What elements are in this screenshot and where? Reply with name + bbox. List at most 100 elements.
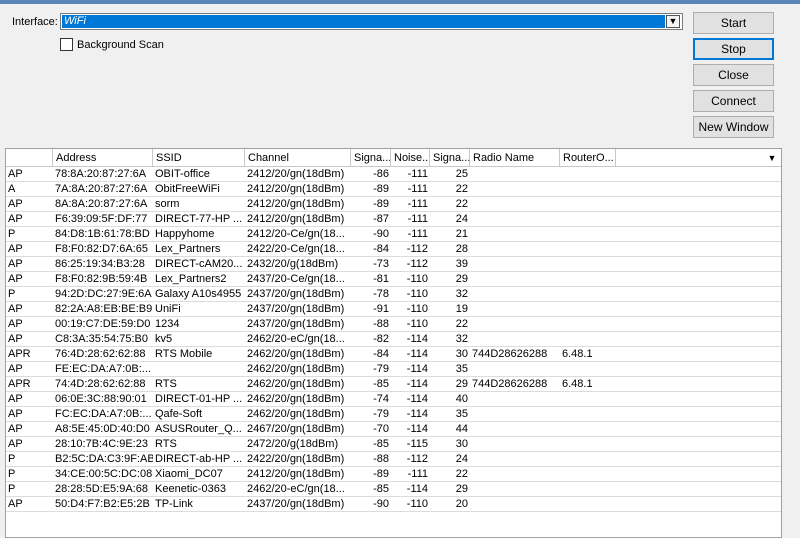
column-header-channel[interactable]: Channel <box>245 149 351 167</box>
table-row[interactable]: APR 76:4D:28:62:62:88 RTS Mobile 2462/20/gn… <box>6 347 781 362</box>
column-header-address[interactable]: Address <box>53 149 153 167</box>
dropdown-arrow-icon[interactable]: ▼ <box>666 15 680 28</box>
close-button[interactable]: Close <box>693 64 774 86</box>
table-cell <box>560 272 616 286</box>
table-cell <box>560 482 616 496</box>
table-row[interactable]: AP 78:8A:20:87:27:6A OBIT-office 2412/20/gn… <box>6 167 781 182</box>
table-row[interactable]: AP 28:10:7B:4C:9E:23 RTS 2472/20/g(18dBm) -8… <box>6 437 781 452</box>
table-row[interactable]: AP C8:3A:35:54:75:B0 kv5 2462/20-eC/gn(18..… <box>6 332 781 347</box>
table-row[interactable]: AP 82:2A:A8:EB:BE:B9 UniFi 2437/20/gn(18dBm… <box>6 302 781 317</box>
table-cell: DIRECT-cAM20... <box>155 258 243 270</box>
table-cell: -82 <box>373 333 389 345</box>
table-cell: AP <box>8 393 23 405</box>
table-cell: -90 <box>373 498 389 510</box>
table-row[interactable]: AP FC:EC:DA:A7:0B:... Qafe-Soft 2462/20/gn(… <box>6 407 781 422</box>
table-cell: -110 <box>406 303 428 315</box>
table-cell: 2437/20/gn(18dBm) <box>247 303 345 315</box>
table-row[interactable]: AP 00:19:C7:DE:59:D0 1234 2437/20/gn(18dBm)… <box>6 317 781 332</box>
table-row[interactable]: P 28:28:5D:E5:9A:68 Keenetic-0363 2462/20-e… <box>6 482 781 497</box>
table-cell: -74 <box>373 393 389 405</box>
table-cell: 35 <box>455 408 468 420</box>
table-cell: AP <box>8 363 23 375</box>
table-row[interactable]: P B2:5C:DA:C3:9F:AB DIRECT-ab-HP ... 2422/2… <box>6 452 781 467</box>
table-cell: B2:5C:DA:C3:9F:AB <box>55 453 153 465</box>
column-header-ssid[interactable]: SSID <box>153 149 245 167</box>
table-cell: P <box>8 468 16 480</box>
table-row[interactable]: AP FE:EC:DA:A7:0B:... 2462/20/gn(18dBm) -79… <box>6 362 781 377</box>
table-cell: 2472/20/g(18dBm) <box>247 438 339 450</box>
table-cell: RTS <box>155 378 177 390</box>
table-cell: 20 <box>455 498 468 510</box>
table-cell <box>470 167 560 181</box>
table-cell: APR <box>8 378 31 390</box>
table-cell: -114 <box>406 423 428 435</box>
table-cell: AP <box>8 198 23 210</box>
table-cell <box>470 467 560 481</box>
table-cell: 2437/20-Ce/gn(18... <box>247 273 345 285</box>
table-cell: AP <box>8 168 23 180</box>
table-cell: -111 <box>407 228 428 240</box>
table-cell: 2412/20-Ce/gn(18... <box>247 228 345 240</box>
table-cell: P <box>8 483 16 495</box>
table-cell: -110 <box>406 498 428 510</box>
table-cell: -84 <box>373 348 389 360</box>
table-cell: 25 <box>455 168 468 180</box>
table-cell: Lex_Partners2 <box>155 273 227 285</box>
table-row[interactable]: P 94:2D:DC:27:9E:6A Galaxy A10s4955 2437/20… <box>6 287 781 302</box>
connect-button[interactable]: Connect <box>693 90 774 112</box>
table-row[interactable]: P 84:D8:1B:61:78:BD Happyhome 2412/20-Ce/gn… <box>6 227 781 242</box>
table-cell: -114 <box>406 333 428 345</box>
table-cell: -70 <box>373 423 389 435</box>
table-cell: 50:D4:F7:B2:E5:2B <box>55 498 150 510</box>
table-cell: -114 <box>406 363 428 375</box>
table-cell: 8A:8A:20:87:27:6A <box>55 198 148 210</box>
table-row[interactable]: APR 74:4D:28:62:62:88 RTS 2462/20/gn(18dBm)… <box>6 377 781 392</box>
scan-results-table: Address SSID Channel Signa... Noise... S… <box>5 148 782 538</box>
table-cell <box>470 257 560 271</box>
column-header-signal-to-noise[interactable]: Signa... <box>430 149 470 167</box>
table-row[interactable]: P 34:CE:00:5C:DC:08 Xiaomi_DC07 2412/20/gn(… <box>6 467 781 482</box>
new-window-button[interactable]: New Window <box>693 116 774 138</box>
table-cell: P <box>8 453 16 465</box>
column-header-radio-name[interactable]: Radio Name <box>470 149 560 167</box>
table-row[interactable]: AP 50:D4:F7:B2:E5:2B TP-Link 2437/20/gn(18d… <box>6 497 781 512</box>
background-scan-checkbox[interactable] <box>60 38 73 51</box>
column-header-signal-strength[interactable]: Signa... <box>351 149 391 167</box>
table-cell: -78 <box>373 288 389 300</box>
table-cell: 2412/20/gn(18dBm) <box>247 168 345 180</box>
column-header-flags[interactable] <box>6 149 53 167</box>
column-menu-icon[interactable]: ▼ <box>765 149 779 167</box>
column-header-routeros[interactable]: RouterO... <box>560 149 616 167</box>
table-cell: -88 <box>373 453 389 465</box>
table-cell: AP <box>8 423 23 435</box>
table-cell: 6.48.1 <box>562 348 593 360</box>
scanner-form: Interface: WiFi ▼ Background Scan Start … <box>0 4 800 146</box>
table-cell: DIRECT-ab-HP ... <box>155 453 243 465</box>
table-cell: RTS <box>155 438 177 450</box>
stop-button[interactable]: Stop <box>693 38 774 60</box>
table-cell: AP <box>8 243 23 255</box>
table-cell <box>470 497 560 511</box>
table-cell <box>470 272 560 286</box>
column-header-noise[interactable]: Noise... <box>391 149 430 167</box>
interface-select[interactable]: WiFi ▼ <box>60 13 683 30</box>
table-row[interactable]: AP 86:25:19:34:B3:28 DIRECT-cAM20... 2432/2… <box>6 257 781 272</box>
table-cell <box>470 197 560 211</box>
table-cell: 2412/20/gn(18dBm) <box>247 183 345 195</box>
table-row[interactable]: AP F6:39:09:5F:DF:77 DIRECT-77-HP ... 2412/… <box>6 212 781 227</box>
table-row[interactable]: A 7A:8A:20:87:27:6A ObitFreeWiFi 2412/20/gn… <box>6 182 781 197</box>
table-cell: 74:4D:28:62:62:88 <box>55 378 146 390</box>
table-row[interactable]: AP A8:5E:45:0D:40:D0 ASUSRouter_Q... 2467/2… <box>6 422 781 437</box>
table-row[interactable]: AP F8:F0:82:9B:59:4B Lex_Partners2 2437/20-… <box>6 272 781 287</box>
table-row[interactable]: AP 06:0E:3C:88:90:01 DIRECT-01-HP ... 2462/… <box>6 392 781 407</box>
table-cell: Qafe-Soft <box>155 408 203 420</box>
table-cell: Keenetic-0363 <box>155 483 226 495</box>
table-cell <box>470 287 560 301</box>
table-cell <box>560 242 616 256</box>
table-row[interactable]: AP F8:F0:82:D7:6A:65 Lex_Partners 2422/20-C… <box>6 242 781 257</box>
background-scan-option[interactable]: Background Scan <box>60 38 164 51</box>
table-cell: -89 <box>373 183 389 195</box>
table-row[interactable]: AP 8A:8A:20:87:27:6A sorm 2412/20/gn(18dBm)… <box>6 197 781 212</box>
table-cell: 94:2D:DC:27:9E:6A <box>55 288 152 300</box>
start-button[interactable]: Start <box>693 12 774 34</box>
